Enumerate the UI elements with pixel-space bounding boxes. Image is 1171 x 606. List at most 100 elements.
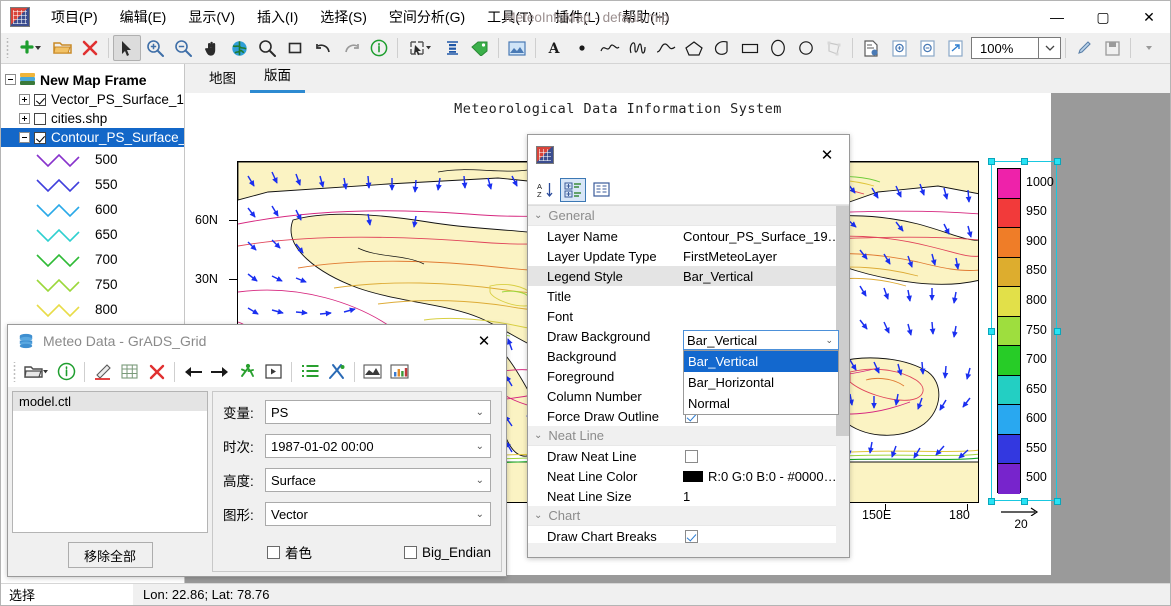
legend-item[interactable]: 750: [1, 272, 184, 297]
pencil-edit-icon[interactable]: [1070, 35, 1098, 61]
chevron-down-icon[interactable]: ⌄: [476, 441, 484, 452]
play-icon[interactable]: [260, 360, 287, 384]
rect-select-icon[interactable]: [281, 35, 309, 61]
selection-handle-br[interactable]: [1054, 498, 1061, 505]
layer-visibility-checkbox[interactable]: [34, 113, 46, 125]
zoom-level-dropdown-icon[interactable]: [1039, 37, 1061, 59]
zoom-rect-icon[interactable]: [253, 35, 281, 61]
property-row[interactable]: Title: [528, 286, 849, 306]
close-data-icon[interactable]: [143, 360, 170, 384]
property-value[interactable]: [680, 450, 849, 463]
menu-plugins[interactable]: 插件(L): [544, 3, 611, 31]
select-arrow-icon[interactable]: [113, 35, 141, 61]
prev-time-icon[interactable]: [179, 360, 206, 384]
big-endian-checkbox[interactable]: Big_Endian: [404, 545, 491, 560]
select-feature-icon[interactable]: [402, 35, 438, 61]
legend-item[interactable]: 650: [1, 222, 184, 247]
image-icon[interactable]: [503, 35, 531, 61]
plot-type-select[interactable]: Vector ⌄: [265, 502, 491, 526]
polygon-icon[interactable]: [680, 35, 708, 61]
add-layer-icon[interactable]: [12, 35, 48, 61]
sort-alpha-icon[interactable]: A Z: [532, 178, 558, 202]
menu-view[interactable]: 显示(V): [177, 3, 246, 31]
expander-icon[interactable]: [19, 132, 30, 143]
property-value[interactable]: Contour_PS_Surface_19…: [680, 229, 849, 244]
layer-visibility-checkbox[interactable]: [34, 132, 46, 144]
property-pages-icon[interactable]: [588, 178, 614, 202]
remove-all-button[interactable]: 移除全部: [68, 542, 153, 568]
menu-insert[interactable]: 插入(I): [246, 3, 309, 31]
maximize-button[interactable]: ▢: [1080, 1, 1126, 33]
zoom-in-icon[interactable]: [141, 35, 169, 61]
color-swatch[interactable]: [683, 471, 703, 482]
full-extent-icon[interactable]: [225, 35, 253, 61]
property-row[interactable]: Neat Line ColorR:0 G:0 B:0 - #0000…: [528, 466, 849, 486]
categorized-view-icon[interactable]: [560, 178, 586, 202]
info-icon[interactable]: [53, 360, 80, 384]
menu-spatial-analysis[interactable]: 空间分析(G): [378, 3, 476, 31]
table-icon[interactable]: [116, 360, 143, 384]
legend-item[interactable]: 600: [1, 197, 184, 222]
dropdown-arrow-icon[interactable]: [1135, 35, 1163, 61]
property-row[interactable]: Draw Chart Breaks: [528, 526, 849, 543]
colorbar-legend[interactable]: [997, 168, 1021, 493]
open-data-icon[interactable]: [19, 360, 53, 384]
variable-select[interactable]: PS ⌄: [265, 400, 491, 424]
meteo-data-dialog[interactable]: Meteo Data - GrADS_Grid ✕: [7, 324, 507, 577]
property-row[interactable]: Font: [528, 306, 849, 326]
chevron-down-icon[interactable]: ⌄: [534, 430, 542, 441]
zoom-level-input[interactable]: 100%: [971, 37, 1039, 59]
legend-style-dropdown-list[interactable]: Bar_Vertical Bar_Horizontal Normal: [683, 350, 839, 415]
curve-polygon-icon[interactable]: [708, 35, 736, 61]
property-value[interactable]: 1: [680, 489, 849, 504]
chevron-down-icon[interactable]: ⌄: [825, 335, 833, 346]
page-zoom-in-icon[interactable]: [885, 35, 913, 61]
toolbar-grip[interactable]: [5, 38, 12, 58]
info-icon[interactable]: [365, 35, 393, 61]
dropdown-option-normal[interactable]: Normal: [684, 393, 838, 414]
undo-zoom-icon[interactable]: [309, 35, 337, 61]
properties-dialog-close-button[interactable]: ✕: [805, 135, 849, 175]
property-row[interactable]: Neat Line Size1: [528, 486, 849, 506]
selection-handle-bc[interactable]: [1021, 498, 1028, 505]
map-frame-row[interactable]: New Map Frame: [1, 69, 184, 90]
curve-icon[interactable]: [652, 35, 680, 61]
shaded-checkbox[interactable]: 着色: [267, 542, 312, 562]
chevron-down-icon[interactable]: ⌄: [476, 509, 484, 520]
ellipse-icon[interactable]: [764, 35, 792, 61]
property-value[interactable]: R:0 G:0 B:0 - #0000…: [680, 469, 849, 484]
time-select[interactable]: 1987-01-02 00:00 ⌄: [265, 434, 491, 458]
menu-help[interactable]: 帮助(H): [611, 3, 680, 31]
selection-handle-ml[interactable]: [988, 328, 995, 335]
label-icon[interactable]: [466, 35, 494, 61]
selection-handle-mr[interactable]: [1054, 328, 1061, 335]
menu-tools[interactable]: 工具(T): [476, 3, 544, 31]
attribute-table-icon[interactable]: [438, 35, 466, 61]
mesh-icon[interactable]: [1163, 35, 1171, 61]
freehand-icon[interactable]: [624, 35, 652, 61]
property-row[interactable]: Legend StyleBar_Vertical: [528, 266, 849, 286]
remove-layer-icon[interactable]: [76, 35, 104, 61]
layer-properties-dialog[interactable]: ✕ A Z: [527, 134, 850, 558]
circle-icon[interactable]: [792, 35, 820, 61]
expander-icon[interactable]: [19, 94, 30, 105]
property-value[interactable]: Bar_Vertical: [680, 269, 849, 284]
menu-edit[interactable]: 编辑(E): [109, 3, 178, 31]
property-value[interactable]: FirstMeteoLayer: [680, 249, 849, 264]
chevron-down-icon[interactable]: ⌄: [534, 210, 542, 221]
text-icon[interactable]: A: [540, 35, 568, 61]
chart-area-icon[interactable]: [359, 360, 386, 384]
selection-handle-tr[interactable]: [1054, 158, 1061, 165]
property-value[interactable]: [680, 530, 849, 543]
sidebar-item-vector-layer[interactable]: Vector_PS_Surface_198: [1, 90, 184, 109]
save-edit-icon[interactable]: [1098, 35, 1126, 61]
tab-layout[interactable]: 版面: [250, 61, 305, 93]
property-row[interactable]: Layer NameContour_PS_Surface_19…: [528, 226, 849, 246]
close-button[interactable]: ✕: [1126, 1, 1171, 33]
page-zoom-out-icon[interactable]: [913, 35, 941, 61]
property-checkbox[interactable]: [685, 450, 698, 463]
next-time-icon[interactable]: [206, 360, 233, 384]
selection-handle-tl[interactable]: [988, 158, 995, 165]
property-group-header[interactable]: ⌄General: [528, 206, 849, 226]
legend-item[interactable]: 500: [1, 147, 184, 172]
